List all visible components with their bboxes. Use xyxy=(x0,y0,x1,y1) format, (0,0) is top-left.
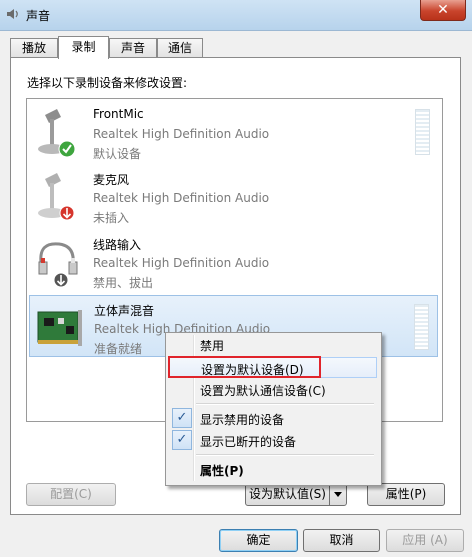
tab-communications[interactable]: 通信 xyxy=(157,38,203,57)
device-name: FrontMic xyxy=(93,107,144,121)
device-description: Realtek High Definition Audio xyxy=(93,191,270,205)
device-description: Realtek High Definition Audio xyxy=(93,256,270,270)
title-bar: 声音 ✕ xyxy=(0,0,472,31)
device-microphone[interactable]: 麦克风 Realtek High Definition Audio 未插入 xyxy=(29,165,438,227)
checkmark-icon: ✓ xyxy=(172,408,192,428)
speaker-icon xyxy=(7,9,18,19)
device-status: 未插入 xyxy=(93,211,130,225)
sound-card-icon xyxy=(37,310,82,346)
device-status: 默认设备 xyxy=(93,147,142,161)
microphone-icon xyxy=(38,173,75,221)
level-meter xyxy=(414,304,429,350)
cancel-button[interactable]: 取消 xyxy=(303,529,380,552)
tab-recording[interactable]: 录制 xyxy=(58,36,109,59)
apply-button[interactable]: 应用 (A) xyxy=(386,529,464,552)
menu-separator xyxy=(196,454,374,456)
device-frontmic[interactable]: FrontMic Realtek High Definition Audio 默… xyxy=(29,101,438,163)
device-status: 禁用、拔出 xyxy=(93,276,154,290)
highlight-annotation-box xyxy=(168,356,321,378)
window-title: 声音 xyxy=(26,9,51,23)
menu-item-properties[interactable]: 属性(P) xyxy=(168,459,377,480)
microphone-icon xyxy=(38,109,76,158)
set-default-dropdown[interactable] xyxy=(329,483,347,506)
set-default-button[interactable]: 设为默认值(S) xyxy=(245,483,330,506)
configure-button[interactable]: 配置(C) xyxy=(26,483,116,506)
device-name: 线路输入 xyxy=(93,238,142,252)
device-name: 麦克风 xyxy=(93,173,130,187)
ok-button[interactable]: 确定 xyxy=(219,529,298,552)
menu-item-disable[interactable]: 禁用 xyxy=(168,334,377,355)
checkmark-icon: ✓ xyxy=(172,430,192,450)
device-name: 立体声混音 xyxy=(94,304,155,318)
sound-dialog: 声音 ✕ 播放 录制 声音 通信 选择以下录制设备来修改设置: FrontMic… xyxy=(0,0,472,557)
properties-button[interactable]: 属性(P) xyxy=(367,483,445,506)
device-status: 准备就绪 xyxy=(94,342,143,356)
device-description: Realtek High Definition Audio xyxy=(93,127,270,141)
menu-separator xyxy=(196,403,374,405)
menu-item-set-default-comm[interactable]: 设置为默认通信设备(C) xyxy=(168,379,377,400)
close-button[interactable]: ✕ xyxy=(420,0,466,21)
device-line-in[interactable]: 线路输入 Realtek High Definition Audio 禁用、拔出 xyxy=(29,230,438,292)
tab-sounds[interactable]: 声音 xyxy=(109,38,157,57)
level-meter xyxy=(415,109,430,155)
menu-item-show-disconnected[interactable]: ✓ 显示已断开的设备 xyxy=(168,430,377,451)
menu-item-show-disabled[interactable]: ✓ 显示禁用的设备 xyxy=(168,408,377,429)
line-in-cable-icon xyxy=(38,242,78,288)
instruction-text: 选择以下录制设备来修改设置: xyxy=(27,76,188,90)
tab-playback[interactable]: 播放 xyxy=(10,38,58,57)
dropdown-arrow-icon xyxy=(334,492,342,497)
